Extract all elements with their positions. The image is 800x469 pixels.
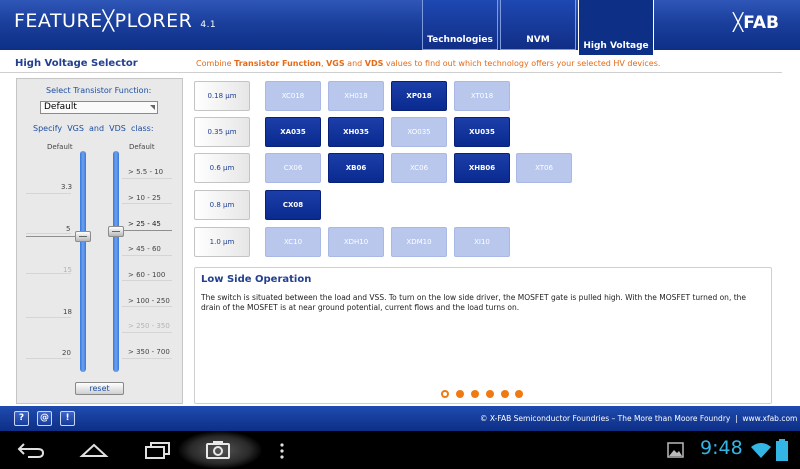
section-divider <box>0 72 782 73</box>
page-title: High Voltage Selector <box>15 58 138 69</box>
tech-xa035[interactable]: XA035 <box>265 117 321 147</box>
dropdown-arrow-icon <box>150 105 155 110</box>
vgs-tick: 5 <box>66 225 71 233</box>
page-indicator-dot[interactable] <box>456 390 464 398</box>
vgs-tick: 20 <box>62 349 71 357</box>
vds-gridline <box>122 358 172 359</box>
node-0-18um: 0.18 µm <box>194 81 250 111</box>
help-button[interactable]: ? <box>14 411 29 426</box>
page-indicator-dot[interactable] <box>486 390 494 398</box>
tech-cx08[interactable]: CX08 <box>265 190 321 220</box>
vgs-gridline <box>26 358 71 359</box>
tech-xo035[interactable]: XO035 <box>391 117 447 147</box>
tech-xb06[interactable]: XB06 <box>328 153 384 183</box>
page-indicator-dot[interactable] <box>515 390 523 398</box>
vgs-tick: 3.3 <box>61 183 73 191</box>
page-indicator-dot[interactable] <box>501 390 509 398</box>
vds-gridline <box>122 203 172 204</box>
vgs-slider-track[interactable] <box>80 151 86 372</box>
tech-xdm10[interactable]: XDM10 <box>391 227 447 257</box>
app-version: 4.1 <box>200 20 217 30</box>
tech-xhb06[interactable]: XHB06 <box>454 153 510 183</box>
vds-default-label: Default <box>129 143 155 151</box>
vgs-slider-handle[interactable] <box>75 231 91 242</box>
tech-xh018[interactable]: XH018 <box>328 81 384 111</box>
vds-tick: > 25 - 45 <box>128 220 161 228</box>
vds-gridline <box>122 255 172 256</box>
vds-tick: > 10 - 25 <box>128 194 161 202</box>
description-panel <box>194 267 772 404</box>
node-0-8um: 0.8 µm <box>194 190 250 220</box>
tab-nvm[interactable]: NVM <box>500 0 576 50</box>
vgs-default-label: Default <box>47 143 73 151</box>
transistor-function-select[interactable]: Default <box>40 101 158 114</box>
vds-slider-track[interactable] <box>113 151 119 372</box>
tech-cx06[interactable]: CX06 <box>265 153 321 183</box>
tech-xi10[interactable]: XI10 <box>454 227 510 257</box>
tech-xc06[interactable]: XC06 <box>391 153 447 183</box>
info-button[interactable]: ! <box>60 411 75 426</box>
vgs-tick: 15 <box>63 266 72 274</box>
vds-tick: > 5.5 - 10 <box>128 168 164 176</box>
overflow-menu-icon[interactable] <box>279 442 285 460</box>
vds-tick: > 250 - 350 <box>128 322 170 330</box>
vgs-gridline <box>26 317 71 318</box>
gallery-icon <box>667 442 684 458</box>
node-0-6um: 0.6 µm <box>194 153 250 183</box>
app-logo: FEATURE╳PLORER 4.1 <box>14 10 217 32</box>
vds-gridline <box>122 230 172 231</box>
description-title: Low Side Operation <box>201 274 312 285</box>
vds-gridline <box>122 178 172 179</box>
tech-xu035[interactable]: XU035 <box>454 117 510 147</box>
tech-xt018[interactable]: XT018 <box>454 81 510 111</box>
tech-xc10[interactable]: XC10 <box>265 227 321 257</box>
tech-xc018[interactable]: XC018 <box>265 81 321 111</box>
tech-xh035[interactable]: XH035 <box>328 117 384 147</box>
vds-gridline <box>122 332 172 333</box>
battery-icon <box>776 439 788 461</box>
back-icon[interactable] <box>16 440 46 460</box>
contact-button[interactable]: @ <box>37 411 52 426</box>
vds-tick: > 60 - 100 <box>128 271 166 279</box>
vgs-vds-class-label: Specify VGS and VDS class: <box>33 124 154 133</box>
select-function-label: Select Transistor Function: <box>46 86 152 95</box>
recent-apps-icon[interactable] <box>142 440 172 460</box>
section-description: Combine Transistor Function, VGS and VDS… <box>196 59 661 68</box>
vds-tick: > 350 - 700 <box>128 348 170 356</box>
reset-button[interactable]: reset <box>75 382 124 395</box>
tech-xp018[interactable]: XP018 <box>391 81 447 111</box>
vds-slider-handle[interactable] <box>108 226 124 237</box>
page-indicator-dot[interactable] <box>441 390 449 398</box>
vgs-gridline <box>26 193 71 194</box>
brand-logo: ╳FAB <box>733 13 780 33</box>
node-1-0um: 1.0 µm <box>194 227 250 257</box>
vgs-tick: 18 <box>63 308 72 316</box>
camera-icon[interactable] <box>205 440 231 460</box>
vds-gridline <box>122 306 172 307</box>
vds-tick: > 45 - 60 <box>128 245 161 253</box>
vds-gridline <box>122 280 172 281</box>
vds-tick: > 100 - 250 <box>128 297 170 305</box>
tech-xt06[interactable]: XT06 <box>516 153 572 183</box>
wifi-icon <box>751 443 771 458</box>
tab-high-voltage[interactable]: High Voltage <box>578 0 654 56</box>
home-icon[interactable] <box>79 440 109 460</box>
description-body: The switch is situated between the load … <box>201 293 747 312</box>
page-indicator-dot[interactable] <box>471 390 479 398</box>
node-0-35um: 0.35 µm <box>194 117 250 147</box>
vgs-gridline <box>26 233 71 234</box>
tech-xdh10[interactable]: XDH10 <box>328 227 384 257</box>
copyright-text: © X-FAB Semiconductor Foundries – The Mo… <box>480 414 798 423</box>
tab-technologies[interactable]: Technologies <box>422 0 498 50</box>
status-clock: 9:48 <box>700 437 743 459</box>
